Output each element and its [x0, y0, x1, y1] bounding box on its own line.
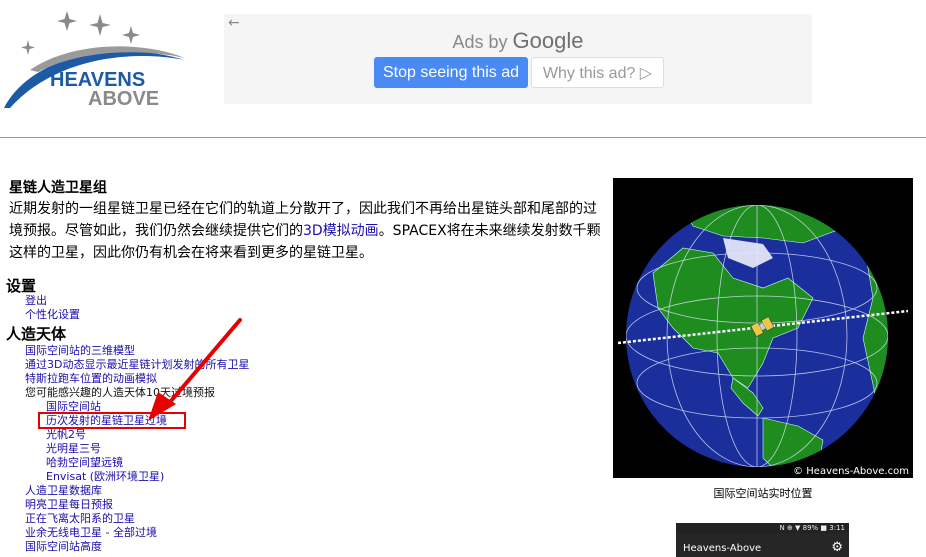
settings-menu-item[interactable]: 个性化设置: [0, 308, 80, 322]
starlink-notice: 星链人造卫星组 近期发射的一组星链卫星已经在它们的轨道上分散开了，因此我们不再给…: [9, 178, 604, 264]
star-icon: [89, 14, 111, 36]
settings-menu-item[interactable]: 登出: [0, 294, 80, 308]
satellites-menu-item[interactable]: 光帆2号: [0, 428, 249, 442]
why-this-ad-button[interactable]: Why this ad? ▷: [531, 57, 664, 88]
satellites-menu-item[interactable]: 国际空间站的三维模型: [0, 344, 249, 358]
highlight-box: [38, 412, 186, 429]
globe-copyright: © Heavens-Above.com: [793, 466, 909, 477]
satellites-heading: 人造天体: [6, 325, 67, 343]
satellites-menu-item[interactable]: 通过3D动态显示最近星链计划发射的所有卫星: [0, 358, 249, 372]
mobile-app-promo[interactable]: N ⊕ ▼ 89% ■ 3:11 Heavens-Above ⚙: [676, 523, 849, 557]
satellites-menu-item[interactable]: 国际空间站高度: [0, 540, 249, 554]
satellites-menu-item[interactable]: 特斯拉跑车位置的动画模拟: [0, 372, 249, 386]
ad-banner: ← Ads by Google Stop seeing this ad Why …: [224, 14, 812, 104]
star-icon: [57, 11, 77, 31]
phone-status-bar: N ⊕ ▼ 89% ■ 3:11: [779, 524, 845, 532]
star-icon: [21, 40, 35, 55]
satellites-menu-item[interactable]: 业余无线电卫星 - 全部过境: [0, 526, 249, 540]
satellites-menu-item[interactable]: 光明星三号: [0, 442, 249, 456]
globe-caption: 国际空间站实时位置: [713, 487, 813, 500]
settings-heading: 设置: [6, 277, 37, 295]
satellites-menu-item[interactable]: Envisat (欧洲环境卫星): [0, 470, 249, 484]
iss-live-globe[interactable]: © Heavens-Above.com: [613, 178, 913, 478]
heavens-above-logo[interactable]: HEAVENS ABOVE: [0, 8, 200, 112]
satellites-menu-item: 您可能感兴趣的人造天体10天过境预报: [25, 386, 215, 399]
logo-text-above: ABOVE: [88, 88, 159, 110]
settings-menu: 登出 个性化设置: [0, 294, 80, 322]
satellites-menu: 国际空间站的三维模型 通过3D动态显示最近星链计划发射的所有卫星 特斯拉跑车位置的动…: [0, 344, 249, 554]
stop-seeing-ad-button[interactable]: Stop seeing this ad: [374, 57, 528, 88]
satellites-menu-item[interactable]: 人造卫星数据库: [0, 484, 249, 498]
satellites-menu-item[interactable]: 明亮卫星每日预报: [0, 498, 249, 512]
satellites-menu-item[interactable]: 正在飞离太阳系的卫星: [0, 512, 249, 526]
article-body: 近期发射的一组星链卫星已经在它们的轨道上分散开了，因此我们不再给出星链头部和尾部…: [9, 201, 601, 261]
gear-icon: ⚙: [831, 540, 843, 555]
header-divider: [0, 137, 926, 138]
phone-app-name: Heavens-Above: [683, 543, 762, 554]
star-icon: [122, 26, 140, 44]
satellites-menu-item[interactable]: 哈勃空间望远镜: [0, 456, 249, 470]
article-title: 星链人造卫星组: [9, 180, 107, 196]
3d-animation-link[interactable]: 3D模拟动画: [303, 223, 379, 239]
ads-by-google-label: Ads by Google: [452, 28, 584, 53]
